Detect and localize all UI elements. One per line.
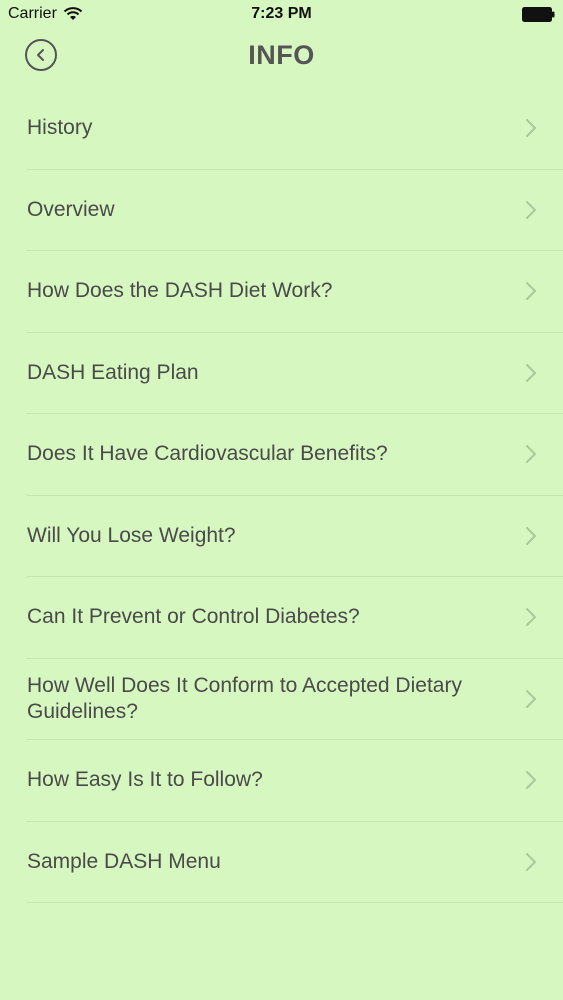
chevron-right-icon xyxy=(526,852,537,871)
status-bar: Carrier 7:23 PM xyxy=(0,0,563,30)
chevron-right-icon xyxy=(526,689,537,708)
menu-item-label: How Easy Is It to Follow? xyxy=(27,768,263,792)
menu-item-label: How Well Does It Conform to Accepted Die… xyxy=(27,673,462,723)
menu-item-label: History xyxy=(27,116,93,140)
chevron-right-icon xyxy=(526,282,537,301)
chevron-right-icon xyxy=(526,608,537,627)
menu-item-label: Can It Prevent or Control Diabetes? xyxy=(27,605,360,629)
menu-item-easy-to-follow[interactable]: How Easy Is It to Follow? xyxy=(27,740,563,822)
navigation-bar: INFO xyxy=(0,30,563,80)
menu-item-eating-plan[interactable]: DASH Eating Plan xyxy=(27,333,563,414)
page-title: INFO xyxy=(248,40,315,70)
chevron-right-icon xyxy=(526,200,537,219)
menu-item-cardiovascular[interactable]: Does It Have Cardiovascular Benefits? xyxy=(27,414,563,496)
menu-item-history[interactable]: History xyxy=(27,88,563,170)
chevron-right-icon xyxy=(526,445,537,464)
menu-item-overview[interactable]: Overview xyxy=(27,170,563,251)
menu-item-label: Does It Have Cardiovascular Benefits? xyxy=(27,442,388,466)
menu-item-label: Sample DASH Menu xyxy=(27,849,221,873)
menu-item-label: DASH Eating Plan xyxy=(27,360,199,384)
menu-item-label: Will You Lose Weight? xyxy=(27,523,236,547)
menu-item-lose-weight[interactable]: Will You Lose Weight? xyxy=(27,496,563,577)
status-time: 7:23 PM xyxy=(251,5,312,22)
menu-item-how-it-works[interactable]: How Does the DASH Diet Work? xyxy=(27,251,563,333)
chevron-right-icon xyxy=(526,363,537,382)
menu-item-diabetes[interactable]: Can It Prevent or Control Diabetes? xyxy=(27,577,563,659)
chevron-right-icon xyxy=(526,119,537,138)
menu-item-label: Overview xyxy=(27,197,115,221)
chevron-right-icon xyxy=(526,771,537,790)
menu-item-dietary-guidelines[interactable]: How Well Does It Conform to Accepted Die… xyxy=(27,659,563,740)
battery-icon xyxy=(522,7,555,22)
menu-item-label: How Does the DASH Diet Work? xyxy=(27,279,333,303)
info-menu-list: History Overview How Does the DASH Diet … xyxy=(0,88,563,903)
menu-item-sample-menu[interactable]: Sample DASH Menu xyxy=(27,822,563,903)
chevron-right-icon xyxy=(526,526,537,545)
